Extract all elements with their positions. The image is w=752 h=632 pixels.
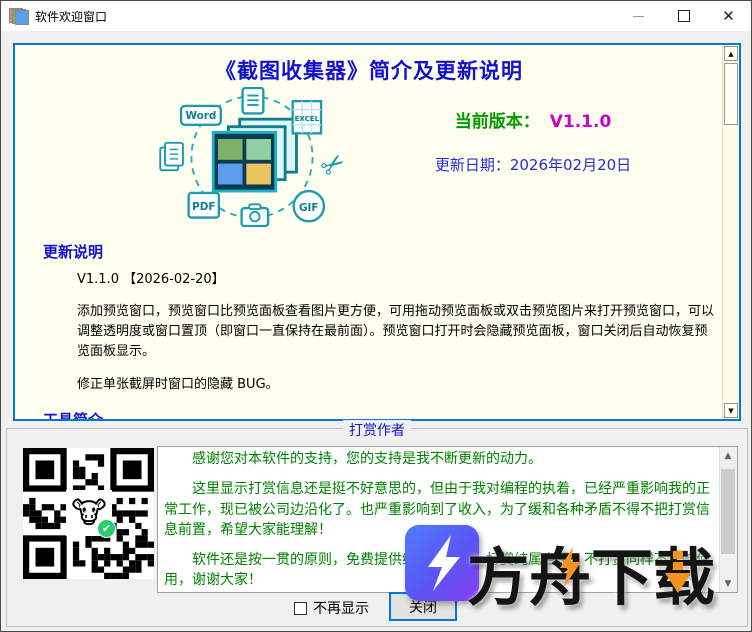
scroll-down-icon[interactable]: ▼ [720,575,736,592]
donate-group-title: 打赏作者 [343,420,411,440]
dont-show-label: 不再显示 [313,601,369,617]
current-version-line: 当前版本： V1.1.0 [357,107,709,132]
update-paragraph-2: 修正单张截屏时窗口的隐藏 BUG。 [77,376,279,392]
camera-icon [240,203,270,228]
close-window-button[interactable]: ✕ [706,1,751,31]
panel-scrollbar[interactable]: ▲ ▼ [722,45,739,419]
page-title: 《截图收集器》简介及更新说明 [215,59,523,83]
version-entry: V1.1.0 【2026-02-20】 [77,272,225,287]
welcome-window: 软件欢迎窗口 ✕ 《截图收集器》简介及更新说明 Word EXCEL ✂ GIF… [0,0,752,632]
update-date: 更新日期：2026年02月20日 [434,156,632,174]
donation-qr-code: 🐮 ✔ [23,448,154,579]
donate-paragraph: 这里显示打赏信息还是挺不好意思的，但由于我对编程的执着，已经严重影响我的正常工作… [164,481,710,538]
svg-text:Word: Word [186,110,217,122]
svg-text:EXCEL: EXCEL [295,114,320,123]
check-badge-icon: ✔ [97,519,116,538]
window-title: 软件欢迎窗口 [35,9,108,24]
image-stack-icon [211,117,298,193]
svg-text:✂: ✂ [314,145,352,186]
pdf-icon: PDF [187,191,221,219]
scroll-up-icon[interactable]: ▲ [720,447,736,464]
gif-icon: GIF [292,189,326,223]
donate-message-text: 感谢您对本软件的支持，您的支持是我不断更新的动力。 这里显示打赏信息还是挺不好意… [164,449,715,592]
textarea-scrollbar[interactable]: ▲ ▼ [719,447,737,592]
version-label: 当前版本： [454,112,540,132]
maximize-button[interactable] [661,1,706,31]
copies-icon [159,141,184,172]
close-button[interactable]: 关闭 [389,592,457,621]
info-panel-content: 《截图收集器》简介及更新说明 Word EXCEL ✂ GIF PDF 当前版本… [15,45,723,419]
dont-show-checkbox[interactable] [294,601,307,615]
titlebar: 软件欢迎窗口 ✕ [1,1,751,31]
section-heading-update: 更新说明 [43,243,104,261]
app-icon [9,8,29,25]
scrollbar-thumb[interactable] [724,63,738,125]
minimize-button[interactable] [616,1,661,31]
scissors-icon: ✂ [314,145,352,186]
svg-text:PDF: PDF [192,201,215,213]
donate-paragraph: 感谢您对本软件的支持，您的支持是我不断更新的动力。 [192,451,542,467]
section-heading-intro: 工具简介 [43,409,709,419]
version-value: V1.1.0 [549,112,612,132]
cow-mascot-icon: 🐮 ✔ [66,490,116,538]
textarea-scrollbar-thumb[interactable] [721,469,735,554]
scroll-down-icon[interactable]: ▼ [724,403,738,418]
info-panel: 《截图收集器》简介及更新说明 Word EXCEL ✂ GIF PDF 当前版本… [13,43,741,421]
document-icon [241,86,265,115]
donate-groupbox: 打赏作者 🐮 ✔ 感谢您对本软件的支持，您的支持是我不断更新的动力。 这里显示打… [6,420,748,627]
excel-icon: EXCEL [291,100,323,135]
donate-paragraph: 软件还是按一贯的原则，免费提供给大家使用，打赏纯属自愿，不打赏同样不影响使用，谢… [164,552,710,589]
dont-show-again[interactable]: 不再显示 [294,598,369,618]
word-icon: Word [179,104,222,127]
donate-message-textarea[interactable]: 感谢您对本软件的支持，您的支持是我不断更新的动力。 这里显示打赏信息还是挺不好意… [157,446,738,593]
collector-illustration: Word EXCEL ✂ GIF PDF [147,86,357,228]
scroll-up-icon[interactable]: ▲ [724,46,738,61]
svg-text:GIF: GIF [299,202,319,214]
update-paragraph-1: 添加预览窗口，预览窗口比预览面板查看图片更方便，可用拖动预览面板或双击预览图片来… [77,304,715,360]
